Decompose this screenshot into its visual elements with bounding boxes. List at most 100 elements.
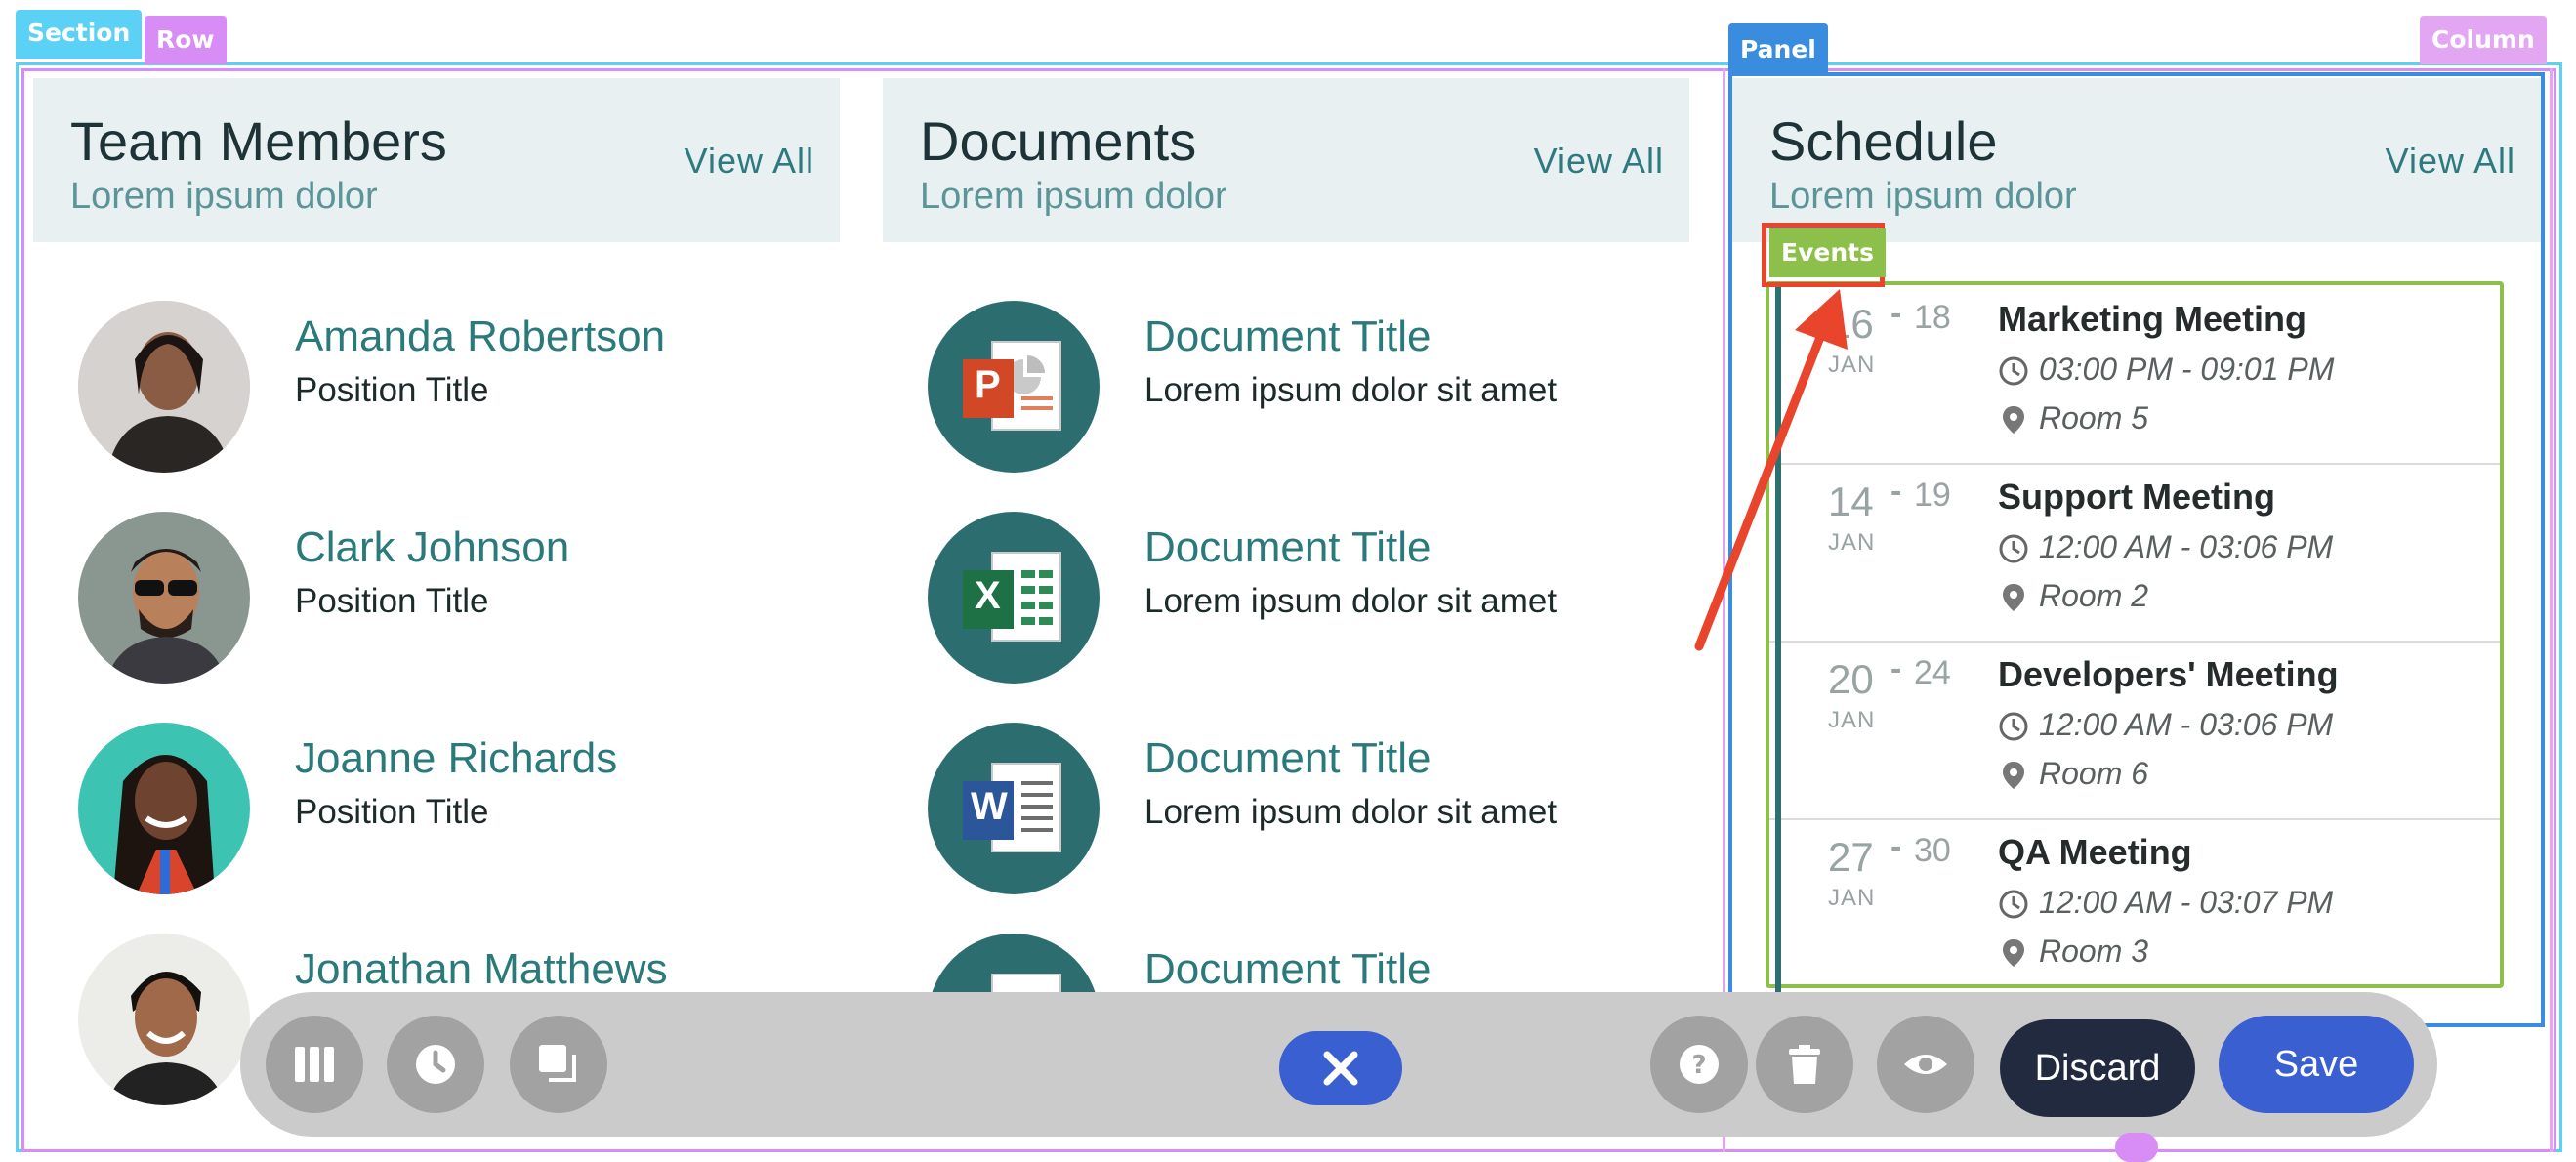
panel-tag[interactable]: Panel [1728,23,1828,76]
member-position: Position Title [295,793,489,831]
svg-text:?: ? [1691,1051,1706,1080]
event-title[interactable]: Developers' Meeting [1998,654,2339,695]
close-icon [1323,1051,1358,1086]
panel-subtitle: Lorem ipsum dolor [1769,176,2077,217]
event-item[interactable]: 20 - 24 JAN Developers' Meeting 12:00 AM… [1769,641,2500,820]
panel-title: Team Members [70,110,447,172]
list-item[interactable]: W Document Title Lorem ipsum dolor sit a… [883,723,1689,918]
document-title[interactable]: Document Title [1144,523,1431,572]
event-start-day: 20 [1828,656,1874,702]
location-pin-icon [2003,406,2024,434]
event-item[interactable]: 16 - 18 JAN Marketing Meeting 03:00 PM -… [1769,285,2500,465]
event-title[interactable]: Marketing Meeting [1998,299,2306,340]
preview-button[interactable] [1877,1016,1974,1113]
editor-toolbar: ? Discard Save [240,992,2437,1137]
event-room: Room 2 [2039,578,2149,613]
duplicate-icon [539,1045,576,1082]
event-month: JAN [1828,885,1876,911]
documents-header: Documents Lorem ipsum dolor View All [883,78,1689,242]
event-end-day: 19 [1914,477,1951,514]
list-item[interactable]: P Document Title Lorem ipsum dolor sit a… [883,301,1689,496]
panel-title: Documents [920,110,1197,172]
save-button[interactable]: Save [2219,1016,2414,1113]
event-accent-bar [1775,818,1781,996]
column-handle[interactable] [2115,1133,2158,1162]
event-item[interactable]: 27 - 30 JAN QA Meeting 12:00 AM - 03:07 … [1769,818,2500,996]
column-tag[interactable]: Column [2420,16,2547,64]
document-title[interactable]: Document Title [1144,945,1431,994]
events-list: 16 - 18 JAN Marketing Meeting 03:00 PM -… [1766,281,2504,996]
duplicate-button[interactable] [510,1016,607,1113]
annotation-arrow [1694,289,1848,651]
clock-icon [1999,534,2028,563]
event-accent-bar [1775,641,1781,818]
event-start-day: 27 [1828,834,1874,880]
event-time: 12:00 AM - 03:06 PM [2039,707,2334,742]
team-members-header: Team Members Lorem ipsum dolor View All [33,78,840,242]
location-pin-icon [2003,762,2024,789]
help-icon: ? [1680,1045,1719,1084]
member-name[interactable]: Clark Johnson [295,523,569,572]
help-button[interactable]: ? [1650,1016,1748,1113]
avatar [78,723,250,894]
view-all-link[interactable]: View All [685,141,814,182]
file-letter: X [975,574,1001,617]
location-pin-icon [2003,584,2024,611]
avatar [78,512,250,684]
view-all-link[interactable]: View All [1534,141,1664,182]
powerpoint-icon: P [928,301,1100,473]
event-room: Room 5 [2039,400,2149,436]
event-month: JAN [1828,707,1876,733]
avatar [78,301,250,473]
member-position: Position Title [295,582,489,620]
event-end-day: 30 [1914,832,1951,869]
documents-panel: Documents Lorem ipsum dolor View All P D… [883,78,1689,1105]
list-item[interactable]: Joanne Richards Position Title [33,723,840,918]
file-letter: W [971,785,1008,828]
event-date-dash: - [1890,473,1902,510]
delete-button[interactable] [1756,1016,1853,1113]
preview-icon [1904,1055,1947,1074]
event-date-dash: - [1890,295,1902,332]
panel-subtitle: Lorem ipsum dolor [70,176,378,217]
document-title[interactable]: Document Title [1144,734,1431,783]
schedule-header: Schedule Lorem ipsum dolor View All [1732,78,2541,242]
event-end-day: 18 [1914,299,1951,336]
excel-icon: X [928,512,1100,684]
member-position: Position Title [295,371,489,409]
file-letter: P [975,363,1001,406]
discard-button[interactable]: Discard [2000,1019,2195,1117]
event-end-day: 24 [1914,654,1951,691]
event-room: Room 6 [2039,756,2149,791]
row-tag[interactable]: Row [145,16,227,64]
close-button[interactable] [1279,1031,1402,1105]
event-title[interactable]: Support Meeting [1998,477,2275,518]
event-time: 03:00 PM - 09:01 PM [2039,352,2335,387]
member-name[interactable]: Amanda Robertson [295,312,665,361]
member-name[interactable]: Joanne Richards [295,734,617,783]
event-title[interactable]: QA Meeting [1998,832,2192,873]
document-description: Lorem ipsum dolor sit amet [1144,793,1558,831]
member-name[interactable]: Jonathan Matthews [295,945,668,994]
list-item[interactable]: Amanda Robertson Position Title [33,301,840,496]
view-all-link[interactable]: View All [2386,141,2515,182]
word-icon: W [928,723,1100,894]
event-item[interactable]: 14 - 19 JAN Support Meeting 12:00 AM - 0… [1769,463,2500,643]
event-room: Room 3 [2039,934,2149,969]
events-tag[interactable]: Events [1769,228,1886,277]
list-item[interactable]: X Document Title Lorem ipsum dolor sit a… [883,512,1689,707]
section-tag[interactable]: Section [16,10,143,59]
clock-icon [1999,890,2028,919]
avatar [78,934,250,1105]
document-description: Lorem ipsum dolor sit amet [1144,582,1558,620]
list-item[interactable]: Clark Johnson Position Title [33,512,840,707]
columns-button[interactable] [266,1016,363,1113]
location-pin-icon [2003,939,2024,967]
document-title[interactable]: Document Title [1144,312,1431,361]
history-icon [416,1045,455,1084]
columns-icon [295,1047,334,1082]
history-button[interactable] [387,1016,484,1113]
clock-icon [1999,712,2028,741]
trash-icon [1789,1045,1820,1084]
panel-title: Schedule [1769,110,1998,172]
